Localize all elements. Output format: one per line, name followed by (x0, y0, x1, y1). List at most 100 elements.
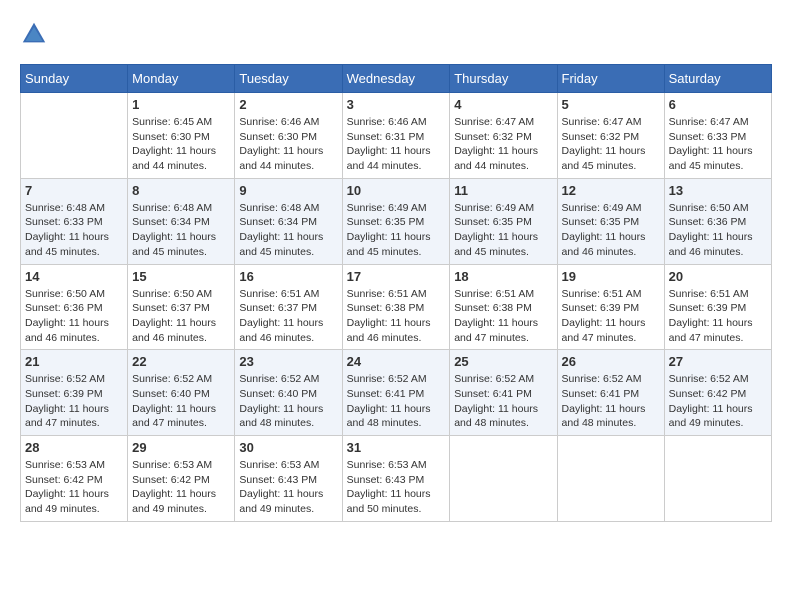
day-info: Sunrise: 6:47 AMSunset: 6:32 PMDaylight:… (562, 115, 660, 174)
day-number: 28 (25, 440, 123, 455)
daylight-text: Daylight: 11 hours (669, 317, 753, 329)
day-number: 21 (25, 354, 123, 369)
day-number: 11 (454, 183, 552, 198)
sunset-text: Sunset: 6:35 PM (454, 216, 532, 228)
day-number: 3 (347, 97, 446, 112)
calendar-cell: 30Sunrise: 6:53 AMSunset: 6:43 PMDayligh… (235, 436, 342, 522)
daylight-text: and 47 minutes. (132, 417, 207, 429)
sunrise-text: Sunrise: 6:51 AM (239, 288, 319, 300)
calendar-cell: 14Sunrise: 6:50 AMSunset: 6:36 PMDayligh… (21, 264, 128, 350)
sunrise-text: Sunrise: 6:47 AM (562, 116, 642, 128)
sunrise-text: Sunrise: 6:51 AM (669, 288, 749, 300)
sunset-text: Sunset: 6:31 PM (347, 131, 425, 143)
daylight-text: and 44 minutes. (132, 160, 207, 172)
daylight-text: and 44 minutes. (454, 160, 529, 172)
calendar-cell: 23Sunrise: 6:52 AMSunset: 6:40 PMDayligh… (235, 350, 342, 436)
daylight-text: and 46 minutes. (239, 332, 314, 344)
calendar-cell: 4Sunrise: 6:47 AMSunset: 6:32 PMDaylight… (450, 93, 557, 179)
sunset-text: Sunset: 6:35 PM (347, 216, 425, 228)
sunrise-text: Sunrise: 6:47 AM (454, 116, 534, 128)
daylight-text: and 45 minutes. (239, 246, 314, 258)
sunset-text: Sunset: 6:36 PM (669, 216, 747, 228)
sunset-text: Sunset: 6:42 PM (25, 474, 103, 486)
day-info: Sunrise: 6:50 AMSunset: 6:36 PMDaylight:… (25, 287, 123, 346)
calendar-table: SundayMondayTuesdayWednesdayThursdayFrid… (20, 64, 772, 522)
calendar-cell: 24Sunrise: 6:52 AMSunset: 6:41 PMDayligh… (342, 350, 450, 436)
sunrise-text: Sunrise: 6:50 AM (132, 288, 212, 300)
daylight-text: and 48 minutes. (562, 417, 637, 429)
day-info: Sunrise: 6:51 AMSunset: 6:39 PMDaylight:… (669, 287, 767, 346)
calendar-cell: 17Sunrise: 6:51 AMSunset: 6:38 PMDayligh… (342, 264, 450, 350)
day-number: 22 (132, 354, 230, 369)
day-info: Sunrise: 6:45 AMSunset: 6:30 PMDaylight:… (132, 115, 230, 174)
daylight-text: Daylight: 11 hours (25, 403, 109, 415)
day-info: Sunrise: 6:49 AMSunset: 6:35 PMDaylight:… (347, 201, 446, 260)
day-info: Sunrise: 6:53 AMSunset: 6:43 PMDaylight:… (347, 458, 446, 517)
day-number: 27 (669, 354, 767, 369)
sunrise-text: Sunrise: 6:47 AM (669, 116, 749, 128)
sunrise-text: Sunrise: 6:53 AM (239, 459, 319, 471)
header-sunday: Sunday (21, 65, 128, 93)
day-number: 6 (669, 97, 767, 112)
daylight-text: Daylight: 11 hours (347, 145, 431, 157)
calendar-cell: 22Sunrise: 6:52 AMSunset: 6:40 PMDayligh… (128, 350, 235, 436)
logo (20, 20, 52, 48)
week-row-5: 28Sunrise: 6:53 AMSunset: 6:42 PMDayligh… (21, 436, 772, 522)
calendar-cell: 18Sunrise: 6:51 AMSunset: 6:38 PMDayligh… (450, 264, 557, 350)
sunrise-text: Sunrise: 6:49 AM (562, 202, 642, 214)
day-info: Sunrise: 6:52 AM Sunset: 6:41 PM Daylight:… (454, 372, 552, 431)
sunrise-text: Sunrise: 6:50 AM (669, 202, 749, 214)
sunrise-text: Sunrise: 6:51 AM (454, 288, 534, 300)
daylight-text: Daylight: 11 hours (562, 317, 646, 329)
sunrise-text: Sunrise: 6:49 AM (454, 202, 534, 214)
daylight-text: and 45 minutes. (669, 160, 744, 172)
sunset-text: Sunset: 6:38 PM (454, 302, 532, 314)
day-info: Sunrise: 6:48 AMSunset: 6:33 PMDaylight:… (25, 201, 123, 260)
header-tuesday: Tuesday (235, 65, 342, 93)
calendar-cell: 31Sunrise: 6:53 AMSunset: 6:43 PMDayligh… (342, 436, 450, 522)
daylight-text: Daylight: 11 hours (239, 231, 323, 243)
day-number: 5 (562, 97, 660, 112)
sunrise-text: Sunrise: 6:48 AM (25, 202, 105, 214)
sunset-text: Sunset: 6:42 PM (132, 474, 210, 486)
day-info: Sunrise: 6:47 AMSunset: 6:33 PMDaylight:… (669, 115, 767, 174)
daylight-text: and 46 minutes. (132, 332, 207, 344)
daylight-text: Daylight: 11 hours (239, 488, 323, 500)
day-info: Sunrise: 6:48 AMSunset: 6:34 PMDaylight:… (239, 201, 337, 260)
daylight-text: Daylight: 11 hours (239, 317, 323, 329)
sunset-text: Sunset: 6:40 PM (239, 388, 317, 400)
sunset-text: Sunset: 6:40 PM (132, 388, 210, 400)
calendar-cell: 16Sunrise: 6:51 AMSunset: 6:37 PMDayligh… (235, 264, 342, 350)
day-info: Sunrise: 6:47 AMSunset: 6:32 PMDaylight:… (454, 115, 552, 174)
daylight-text: and 47 minutes. (669, 332, 744, 344)
sunset-text: Sunset: 6:41 PM (454, 388, 532, 400)
sunrise-text: Sunrise: 6:52 AM (669, 373, 749, 385)
daylight-text: and 49 minutes. (132, 503, 207, 515)
sunset-text: Sunset: 6:37 PM (239, 302, 317, 314)
sunset-text: Sunset: 6:43 PM (347, 474, 425, 486)
sunset-text: Sunset: 6:42 PM (669, 388, 747, 400)
header-thursday: Thursday (450, 65, 557, 93)
sunrise-text: Sunrise: 6:48 AM (132, 202, 212, 214)
daylight-text: Daylight: 11 hours (454, 317, 538, 329)
day-number: 25 (454, 354, 552, 369)
calendar-cell: 9Sunrise: 6:48 AMSunset: 6:34 PMDaylight… (235, 178, 342, 264)
day-number: 26 (562, 354, 660, 369)
sunrise-text: Sunrise: 6:52 AM (454, 373, 534, 385)
day-number: 23 (239, 354, 337, 369)
sunrise-text: Sunrise: 6:53 AM (132, 459, 212, 471)
calendar-cell: 26Sunrise: 6:52 AMSunset: 6:41 PMDayligh… (557, 350, 664, 436)
day-info: Sunrise: 6:52 AMSunset: 6:42 PMDaylight:… (669, 372, 767, 431)
header-wednesday: Wednesday (342, 65, 450, 93)
daylight-text: Daylight: 11 hours (454, 403, 538, 415)
daylight-text: and 50 minutes. (347, 503, 422, 515)
daylight-text: Daylight: 11 hours (132, 231, 216, 243)
daylight-text: and 49 minutes. (239, 503, 314, 515)
daylight-text: Daylight: 11 hours (239, 145, 323, 157)
daylight-text: and 48 minutes. (454, 417, 529, 429)
daylight-text: and 47 minutes. (454, 332, 529, 344)
day-info: Sunrise: 6:53 AMSunset: 6:42 PMDaylight:… (25, 458, 123, 517)
calendar-cell: 12Sunrise: 6:49 AMSunset: 6:35 PMDayligh… (557, 178, 664, 264)
sunrise-text: Sunrise: 6:52 AM (562, 373, 642, 385)
sunrise-text: Sunrise: 6:46 AM (347, 116, 427, 128)
